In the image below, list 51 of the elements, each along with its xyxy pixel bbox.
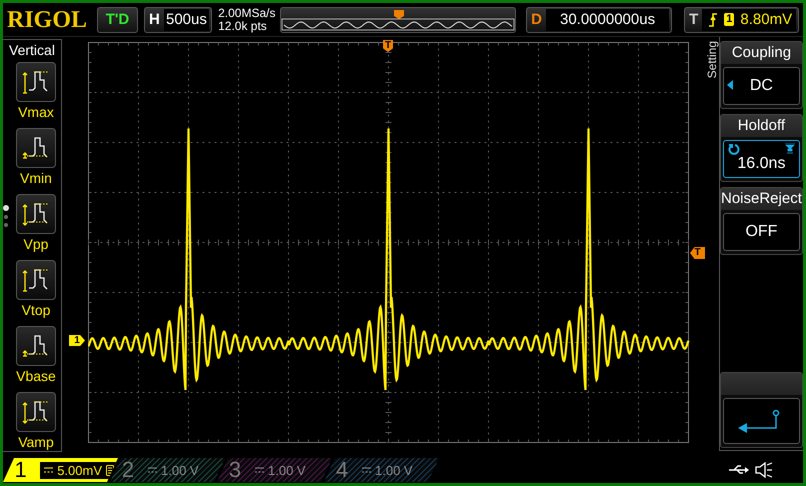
trigger-level-marker[interactable]: T: [690, 247, 705, 259]
memory-depth: 12.0k pts: [218, 20, 268, 32]
menu-item-title: NoiseReject: [721, 188, 802, 210]
left-triangle-icon: [727, 80, 733, 90]
menu-tab[interactable]: Setting: [705, 41, 719, 86]
menu-item-title: Holdoff: [721, 115, 802, 137]
channel-marker[interactable]: 1: [69, 335, 85, 346]
trigger-position-marker[interactable]: T: [383, 40, 393, 52]
rotate-icon: [728, 143, 740, 155]
speaker-muted-icon: [755, 462, 773, 478]
trigger-label: T: [688, 10, 700, 30]
menu-value: 16.0ns: [737, 155, 786, 173]
sample-rate: 2.00MSa/s: [218, 6, 274, 20]
measure-button[interactable]: [16, 194, 56, 234]
push-icon: [784, 143, 795, 155]
trigger-level: 8.80mV: [740, 10, 792, 30]
menu-value-field[interactable]: OFF: [723, 213, 800, 251]
dc-coupling-icon: [44, 467, 54, 473]
delay-value: 30.0000000us: [546, 8, 670, 30]
measure-label: Vbase: [16, 368, 56, 384]
measure-label: Vamp: [18, 434, 54, 450]
trigger-source: 1: [724, 13, 734, 26]
measure-label: Vpp: [24, 236, 48, 252]
measure-button[interactable]: [16, 128, 56, 168]
dc-coupling-icon: [148, 467, 157, 473]
run-status: T'D: [97, 6, 138, 32]
channel-tab[interactable]: 1 5.00mV: [3, 458, 118, 482]
menu-value: OFF: [745, 223, 778, 241]
measure-button[interactable]: [16, 62, 56, 102]
timebase-value: 500us: [164, 8, 210, 30]
menu-value-field[interactable]: 16.0ns: [723, 140, 800, 178]
brand-logo: RIGOL: [7, 6, 88, 34]
menu-value: DC: [750, 77, 773, 95]
measure-button[interactable]: [16, 326, 56, 366]
measure-button[interactable]: [16, 392, 56, 432]
measure-label: Vmin: [20, 170, 52, 186]
dc-coupling-icon: [362, 467, 371, 473]
measure-label: Vmax: [18, 104, 54, 120]
measure-button[interactable]: [16, 260, 56, 300]
menu-title: Vertical: [9, 42, 55, 58]
measure-label: Vtop: [22, 302, 50, 318]
dc-coupling-icon: [255, 467, 264, 473]
menu-value-field[interactable]: DC: [723, 67, 800, 105]
usb-icon: [729, 464, 749, 476]
timebase-label: H: [148, 10, 161, 30]
rising-edge-icon: [708, 12, 718, 26]
delay-label: D: [530, 10, 543, 30]
menu-item-title: Coupling: [721, 42, 802, 64]
bandwidth-limit-icon: [106, 464, 114, 476]
trigger-position-icon: [394, 10, 404, 18]
back-button[interactable]: [723, 398, 800, 444]
